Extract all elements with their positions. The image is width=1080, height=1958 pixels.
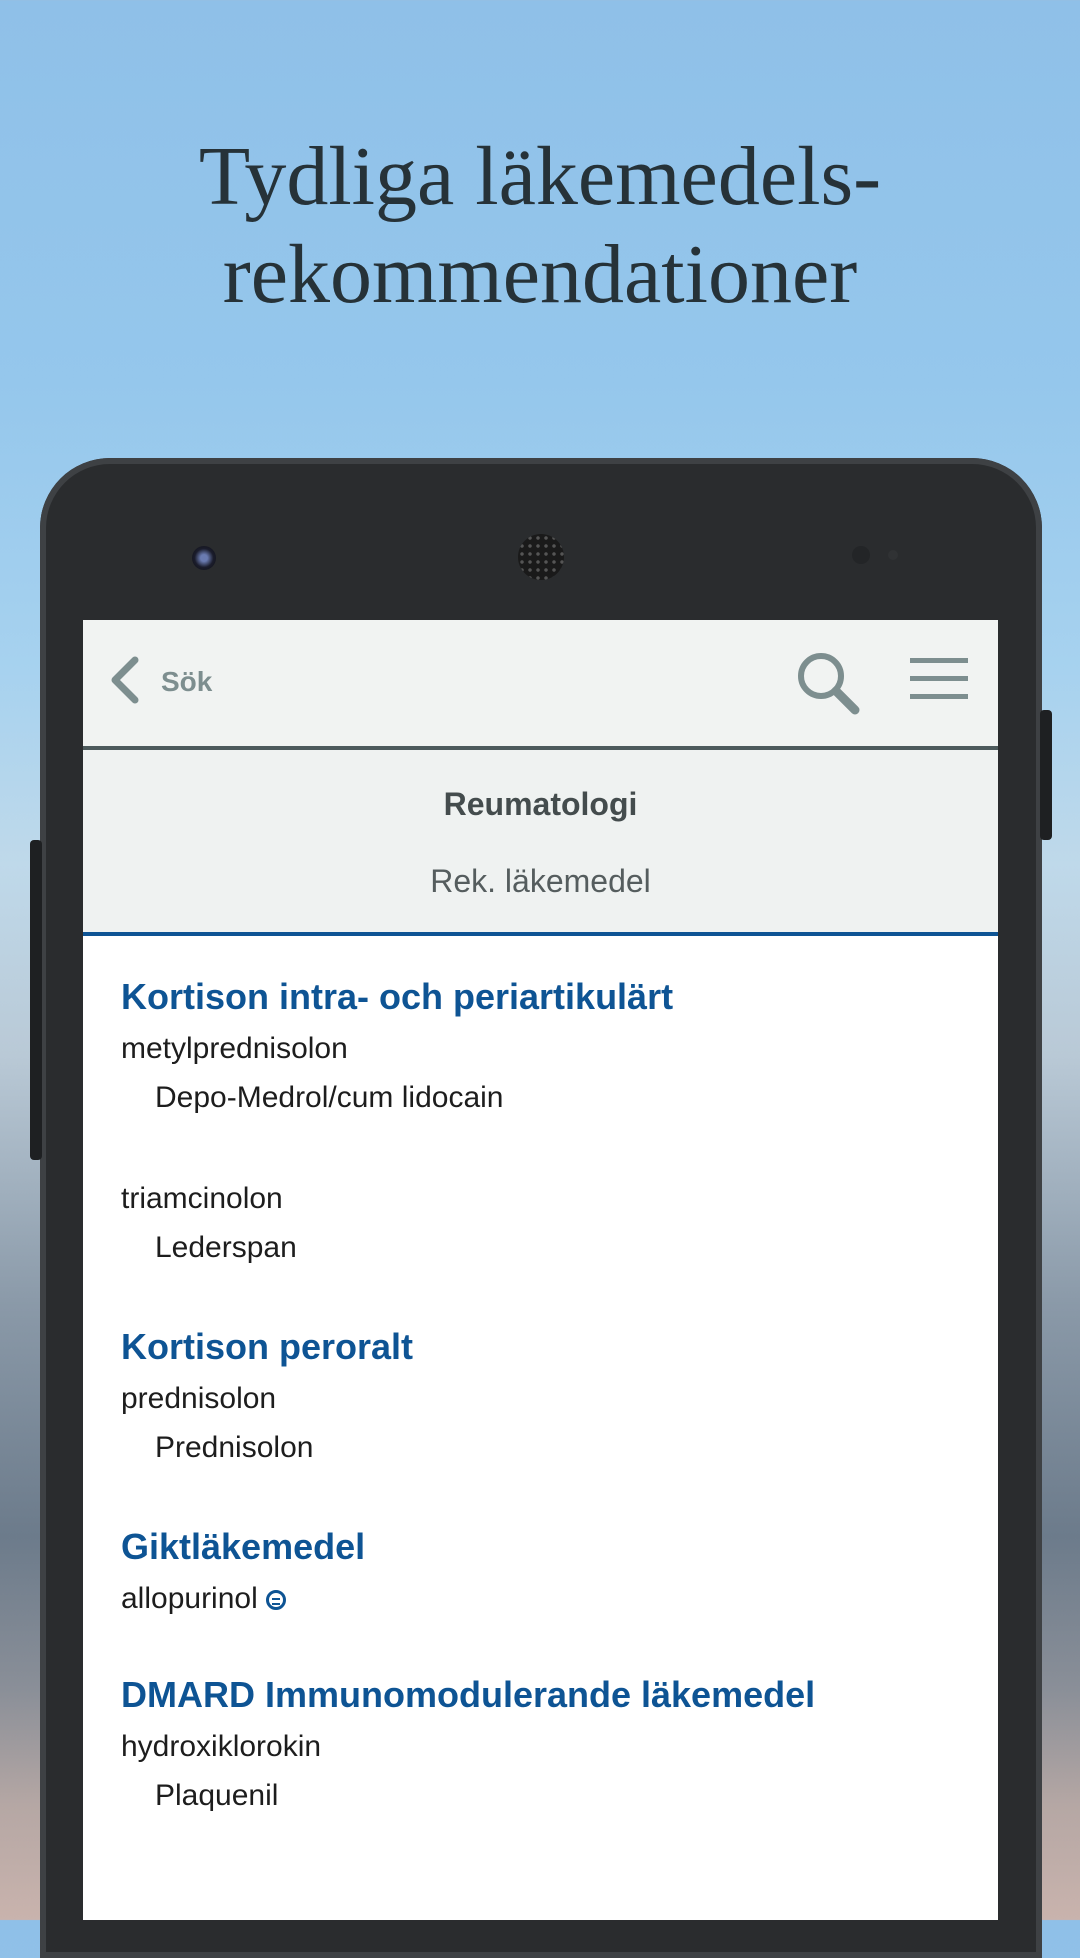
proximity-sensor xyxy=(852,546,870,564)
drug-group: Kortison peroralt prednisolon Prednisolo… xyxy=(121,1324,960,1474)
search-icon xyxy=(793,653,863,722)
drug-group-title: DMARD Immunomodulerande läkemedel xyxy=(121,1674,816,1715)
back-button[interactable]: Sök xyxy=(107,652,212,712)
light-sensor xyxy=(888,550,898,560)
drug-group: Kortison intra- och periartikulärt metyl… xyxy=(121,974,960,1274)
tab-recommended-drugs[interactable]: Rek. läkemedel xyxy=(430,863,651,900)
app-screen: Sök Reumatologi Rek. läkemedel Kortison … xyxy=(83,620,998,1920)
equivalent-icon xyxy=(265,1590,286,1610)
substance-row[interactable]: allopurinol xyxy=(121,1576,960,1622)
promo-headline: Tydliga läkemedels- rekommendationer xyxy=(0,128,1080,324)
earpiece-speaker xyxy=(518,534,564,580)
drug-list: Kortison intra- och periartikulärt metyl… xyxy=(83,936,998,1822)
chevron-left-icon xyxy=(107,656,141,709)
product-item[interactable]: Plaquenil xyxy=(121,1770,960,1822)
phone-side-button-left xyxy=(30,840,42,1160)
phone-side-button-right xyxy=(1040,710,1052,840)
search-button[interactable] xyxy=(793,648,863,718)
drug-group-title: Kortison intra- och periartikulärt xyxy=(121,976,674,1017)
substance-item[interactable]: metylprednisolon xyxy=(121,1026,960,1072)
substance-item[interactable]: prednisolon xyxy=(121,1376,960,1422)
front-camera xyxy=(192,546,216,570)
back-button-label: Sök xyxy=(161,666,213,697)
substance-item: allopurinol xyxy=(121,1582,258,1615)
hamburger-menu-icon xyxy=(908,658,970,708)
drug-group-title: Giktläkemedel xyxy=(121,1526,366,1567)
app-toolbar: Sök xyxy=(83,620,998,750)
product-item[interactable]: Lederspan xyxy=(121,1222,960,1274)
section-title: Reumatologi xyxy=(443,786,638,822)
substance-item[interactable]: hydroxiklorokin xyxy=(121,1724,960,1770)
drug-group: DMARD Immunomodulerande läkemedel hydrox… xyxy=(121,1672,960,1822)
drug-group-title: Kortison peroralt xyxy=(121,1326,414,1367)
product-item[interactable]: Depo-Medrol/cum lidocain xyxy=(121,1072,960,1124)
headline-line-1: Tydliga läkemedels- xyxy=(198,130,882,223)
substance-item[interactable]: triamcinolon xyxy=(121,1176,960,1222)
headline-line-2: rekommendationer xyxy=(222,228,858,321)
menu-button[interactable] xyxy=(908,654,978,710)
section-header: Reumatologi Rek. läkemedel xyxy=(83,750,998,936)
drug-group: Giktläkemedel allopurinol xyxy=(121,1524,960,1622)
product-item[interactable]: Prednisolon xyxy=(121,1422,960,1474)
